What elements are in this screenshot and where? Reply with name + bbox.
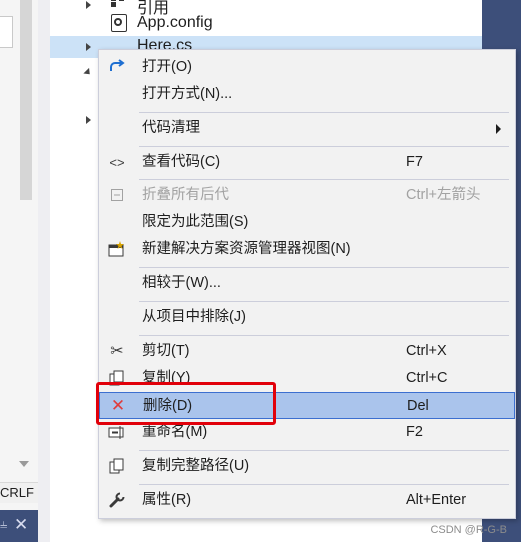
menu-label-scope-to-this: 限定为此范围(S) xyxy=(142,214,249,230)
menu-label-collapse-all: 折叠所有后代 xyxy=(142,187,229,203)
line-ending-label[interactable]: CRLF xyxy=(0,482,38,503)
menu-item-properties[interactable]: 属性(R) Alt+Enter xyxy=(99,487,515,514)
menu-shortcut-view-code: F7 xyxy=(406,154,423,170)
menu-item-copy-full-path[interactable]: 复制完整路径(U) xyxy=(99,453,515,480)
menu-label-cut: 剪切(T) xyxy=(142,343,190,359)
menu-shortcut-cut: Ctrl+X xyxy=(406,343,447,359)
watermark: CSDN @R-G-B xyxy=(430,524,507,536)
menu-item-code-cleanup[interactable]: 代码清理 xyxy=(99,115,515,142)
panel-divider xyxy=(38,0,50,542)
menu-item-new-explorer-view[interactable]: 新建解决方案资源管理器视图(N) xyxy=(99,236,515,263)
menu-label-code-cleanup: 代码清理 xyxy=(142,120,200,136)
menu-item-compare-with[interactable]: 相较于(W)... xyxy=(99,270,515,297)
collapse-icon xyxy=(107,185,127,205)
references-icon xyxy=(111,0,127,7)
expand-arrow-icon[interactable] xyxy=(86,116,91,124)
menu-item-scope-to-this[interactable]: 限定为此范围(S) xyxy=(99,209,515,236)
editor-strip: CRLF ⫨ ✕ xyxy=(0,0,38,542)
menu-separator xyxy=(139,335,509,336)
new-view-icon xyxy=(107,239,127,259)
menu-label-view-code: 查看代码(C) xyxy=(142,154,221,170)
editor-scrollbar-thumb[interactable] xyxy=(20,0,32,200)
menu-separator xyxy=(139,267,509,268)
menu-item-cut[interactable]: ✂ 剪切(T) Ctrl+X xyxy=(99,338,515,365)
collapse-arrow-icon[interactable] xyxy=(83,67,93,78)
menu-separator xyxy=(139,146,509,147)
code-brackets-icon: <> xyxy=(109,154,125,170)
pin-icon[interactable]: ⫨ xyxy=(0,516,12,532)
menu-item-open[interactable]: 打开(O) xyxy=(99,54,515,81)
tree-label-appconfig: App.config xyxy=(137,14,213,31)
menu-item-exclude-from-project[interactable]: 从项目中排除(J) xyxy=(99,304,515,331)
menu-label-open-with: 打开方式(N)... xyxy=(142,86,233,102)
expand-arrow-icon[interactable] xyxy=(86,43,91,51)
rename-icon xyxy=(107,422,127,442)
menu-item-collapse-all[interactable]: 折叠所有后代 Ctrl+左箭头 xyxy=(99,182,515,209)
copy-path-icon xyxy=(107,456,127,476)
menu-label-open: 打开(O) xyxy=(142,59,192,75)
submenu-arrow-icon xyxy=(496,124,501,134)
menu-label-new-explorer-view: 新建解决方案资源管理器视图(N) xyxy=(142,241,351,257)
menu-item-open-with[interactable]: 打开方式(N)... xyxy=(99,81,515,108)
scroll-down-arrow-icon[interactable] xyxy=(19,461,29,467)
menu-shortcut-rename: F2 xyxy=(406,424,423,440)
menu-shortcut-collapse-all: Ctrl+左箭头 xyxy=(406,187,481,203)
highlight-annotation-box xyxy=(96,382,276,425)
close-icon[interactable]: ✕ xyxy=(14,515,28,535)
editor-input[interactable] xyxy=(0,16,13,48)
menu-separator xyxy=(139,112,509,113)
menu-separator xyxy=(139,179,509,180)
menu-shortcut-properties: Alt+Enter xyxy=(406,492,467,508)
menu-separator xyxy=(139,450,509,451)
menu-shortcut-delete: Del xyxy=(407,398,429,414)
expand-arrow-icon[interactable] xyxy=(86,1,91,9)
config-file-icon xyxy=(111,14,127,32)
menu-item-view-code[interactable]: <> 查看代码(C) F7 xyxy=(99,149,515,176)
menu-shortcut-copy: Ctrl+C xyxy=(406,370,448,386)
context-menu: 打开(O) 打开方式(N)... 代码清理 <> 查看代码(C) F7 折叠所有… xyxy=(98,49,516,519)
menu-separator xyxy=(139,484,509,485)
menu-separator xyxy=(139,301,509,302)
panel-titlebar: ⫨ ✕ xyxy=(0,510,38,542)
wrench-icon xyxy=(107,490,127,510)
tree-row-appconfig[interactable]: App.config xyxy=(50,12,482,36)
menu-label-properties: 属性(R) xyxy=(142,492,192,508)
menu-label-copy-full-path: 复制完整路径(U) xyxy=(142,458,250,474)
open-redo-icon xyxy=(107,57,127,77)
menu-label-exclude-from-project: 从项目中排除(J) xyxy=(142,309,246,325)
menu-label-compare-with: 相较于(W)... xyxy=(142,275,221,291)
scissors-icon: ✂ xyxy=(110,343,124,360)
